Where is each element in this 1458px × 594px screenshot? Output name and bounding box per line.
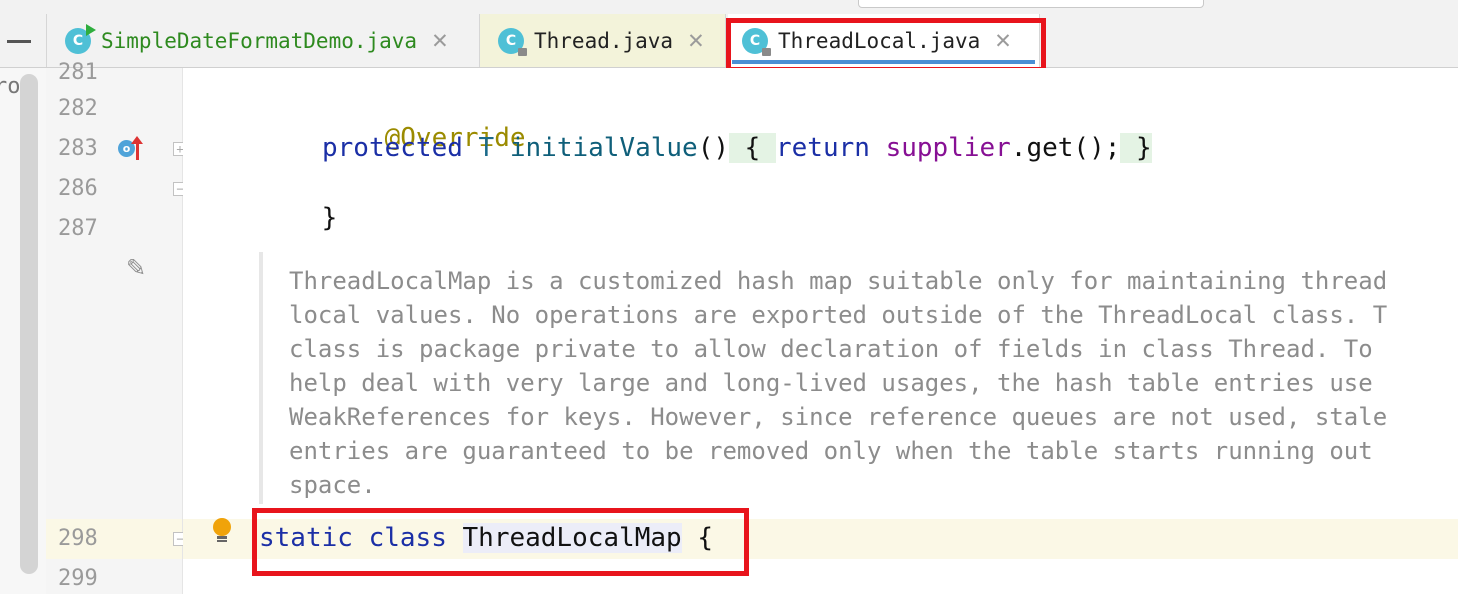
doc-line: local values. No operations are exported… (289, 301, 1388, 329)
line-number: 281 (58, 60, 98, 85)
tab-label: Thread.java (534, 28, 674, 53)
line-number: 298 (58, 526, 98, 551)
field-token: supplier (885, 133, 1011, 163)
call-token: .get(); (1010, 133, 1121, 163)
keyword-token: class (368, 523, 447, 553)
code-editor[interactable]: @Override protected T initialValue() { r… (183, 68, 1458, 594)
close-icon[interactable]: ✕ (994, 29, 1012, 53)
folded-brace[interactable]: { (729, 133, 776, 163)
editor-tab-bar: C SimpleDateFormatDemo.java ✕ C Thread.j… (0, 14, 1458, 68)
doc-line: ThreadLocalMap is a customized hash map … (289, 267, 1388, 295)
keyword-token: static (259, 523, 353, 553)
line-number: 283 (58, 136, 98, 161)
close-icon[interactable]: ✕ (687, 29, 705, 53)
top-toolbar-strip (0, 0, 1458, 15)
tab-label: ThreadLocal.java (778, 28, 981, 53)
code-line-283: protected T initialValue() { return supp… (322, 133, 1152, 163)
tab-label: SimpleDateFormatDemo.java (101, 28, 418, 53)
keyword-token: return (775, 133, 870, 163)
brace-token: } (321, 203, 338, 233)
rendered-javadoc: ThreadLocalMap is a customized hash map … (259, 252, 1458, 504)
method-token: initialValue (509, 133, 698, 163)
override-arrow-icon (131, 136, 143, 160)
code-line-298: static class ThreadLocalMap { (259, 523, 713, 553)
scrollbar-thumb[interactable] (20, 74, 38, 574)
doc-line: WeakReferences for keys. However, since … (289, 403, 1388, 431)
search-field[interactable] (858, 0, 1204, 8)
doc-line: space. (289, 471, 376, 499)
tab-thread[interactable]: C Thread.java ✕ (480, 14, 726, 67)
edit-doc-icon[interactable]: ✎ (126, 254, 154, 282)
class-readonly-icon: C (742, 27, 771, 56)
line-number: 299 (58, 566, 98, 591)
active-tab-indicator (732, 60, 1035, 64)
close-icon[interactable]: ✕ (431, 29, 449, 53)
line-number: 282 (58, 96, 98, 121)
tab-threadlocal[interactable]: C ThreadLocal.java ✕ (728, 14, 1040, 67)
paren-token: () (697, 133, 730, 163)
left-tool-strip: ro (0, 68, 47, 594)
type-token: T (478, 133, 495, 163)
code-line-286: } (259, 173, 338, 263)
truncated-label: ro (0, 74, 21, 99)
folded-brace[interactable]: } (1120, 133, 1152, 163)
keyword-token: protected (322, 133, 463, 163)
class-name-token[interactable]: ThreadLocalMap (462, 523, 682, 553)
class-readonly-icon: C (498, 27, 527, 56)
doc-line: class is package private to allow declar… (289, 335, 1373, 363)
doc-line: help deal with very large and long-lived… (289, 369, 1373, 397)
line-number: 286 (58, 176, 98, 201)
minimize-icon[interactable] (0, 14, 46, 67)
brace-token: { (681, 523, 713, 553)
line-number: 287 (58, 216, 98, 241)
class-run-icon: C (65, 23, 96, 54)
lightbulb-icon[interactable] (211, 518, 233, 542)
javadoc-text: ThreadLocalMap is a customized hash map … (289, 264, 1458, 502)
line-number-gutter: 281 282 283 o + 286 − 287 ✎ 298 − 299 (46, 60, 187, 594)
doc-line: entries are guaranteed to be removed onl… (289, 437, 1373, 465)
